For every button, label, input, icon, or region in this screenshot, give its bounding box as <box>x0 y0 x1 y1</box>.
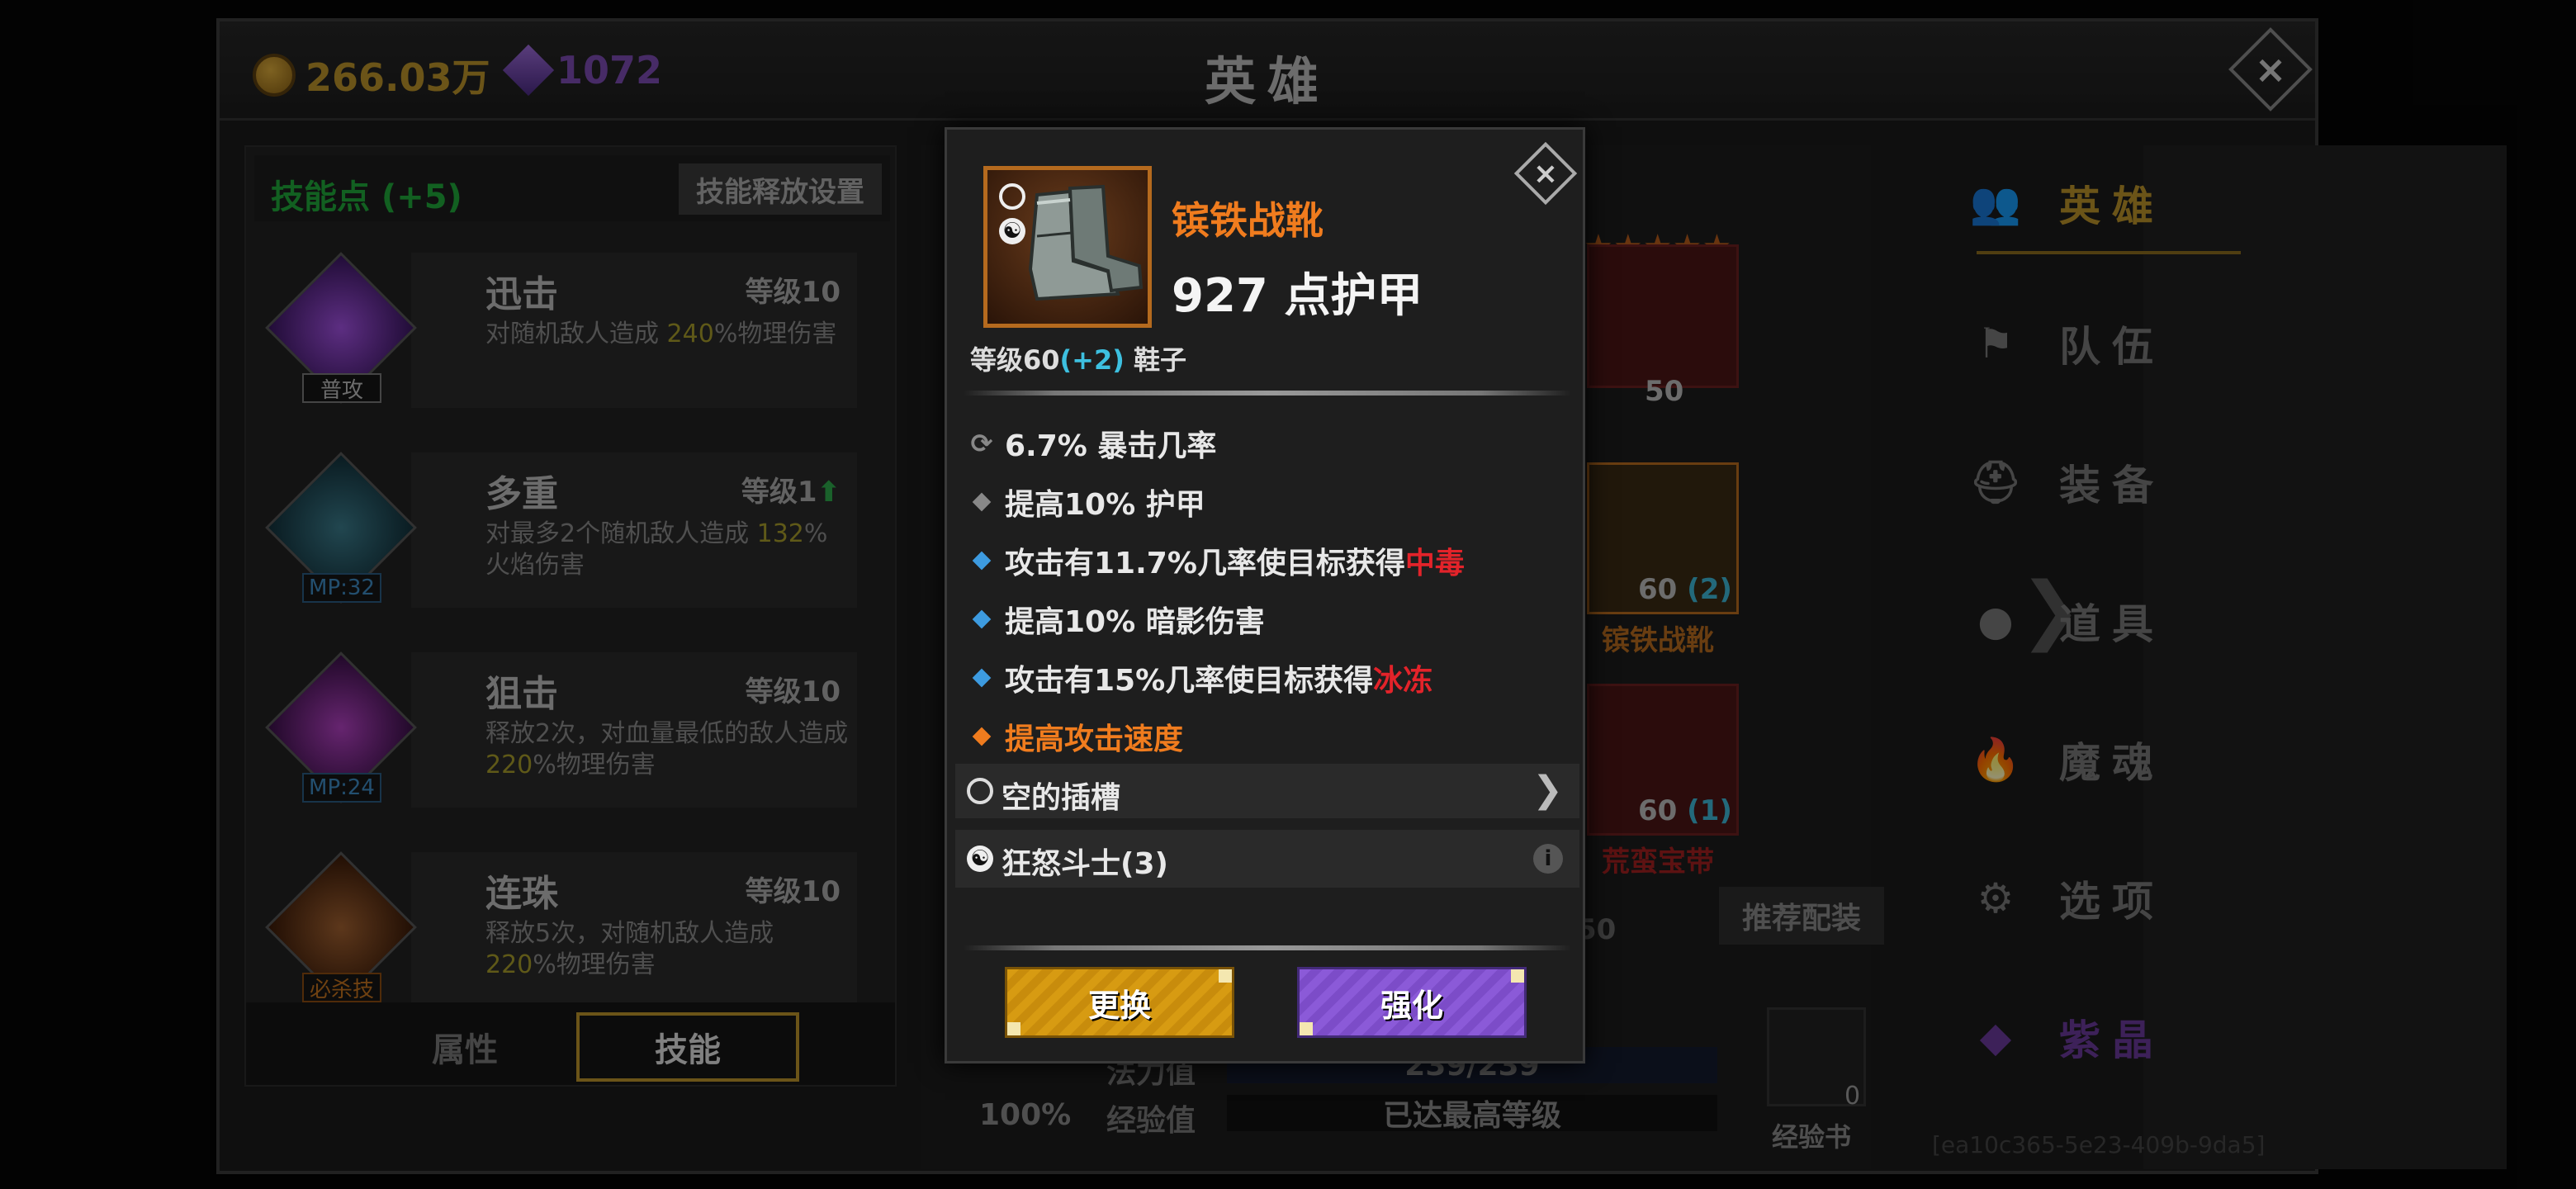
chevron-right-icon: ❯ <box>1532 769 1563 811</box>
close-icon: × <box>1532 156 1559 191</box>
divider <box>964 945 1571 950</box>
diamond-icon <box>972 551 992 571</box>
close-popup-button[interactable]: × <box>1513 141 1578 206</box>
set-name: 狂怒斗士(3) <box>1002 847 1168 881</box>
item-meta: 等级60(+2) 鞋子 <box>970 344 1187 376</box>
diamond-icon <box>972 609 992 629</box>
refresh-icon: ⟳ <box>970 428 993 459</box>
stat-crit: ⟳ 6.7% 暴击几率 <box>970 428 1217 463</box>
stat-shadow: 提高10% 暗影伤害 <box>970 598 1265 641</box>
diamond-icon <box>972 492 992 512</box>
stat-poison: 攻击有11.7%几率使目标获得中毒 <box>970 539 1465 582</box>
item-detail-popup: ☯ 镔铁战靴 927 点护甲 × 等级60(+2) 鞋子 ⟳ 6.7% 暴击几率 … <box>945 127 1585 1063</box>
yin-yang-icon: ☯ <box>999 218 1025 244</box>
stat-attack-speed: 提高攻击速度 <box>970 715 1183 758</box>
empty-socket-label: 空的插槽 <box>1002 781 1121 815</box>
socket-empty-icon <box>967 778 993 804</box>
item-armor: 927 点护甲 <box>1172 269 1423 323</box>
upgrade-button[interactable]: 强化 <box>1297 967 1527 1038</box>
socket-empty-icon <box>999 183 1025 210</box>
diamond-icon <box>972 727 992 746</box>
stat-freeze: 攻击有15%几率使目标获得冰冻 <box>970 656 1432 699</box>
diamond-icon <box>972 668 992 688</box>
swap-button[interactable]: 更换 <box>1005 967 1234 1038</box>
stat-armor: 提高10% 护甲 <box>970 481 1205 523</box>
set-bonus-row[interactable]: ☯ 狂怒斗士(3) i <box>955 830 1579 888</box>
divider <box>964 391 1571 396</box>
info-icon[interactable]: i <box>1533 844 1563 874</box>
item-name: 镔铁战靴 <box>1172 198 1324 243</box>
empty-socket-row[interactable]: 空的插槽 ❯ <box>955 764 1579 818</box>
item-portrait: ☯ <box>983 166 1152 328</box>
yin-yang-icon: ☯ <box>967 846 993 872</box>
